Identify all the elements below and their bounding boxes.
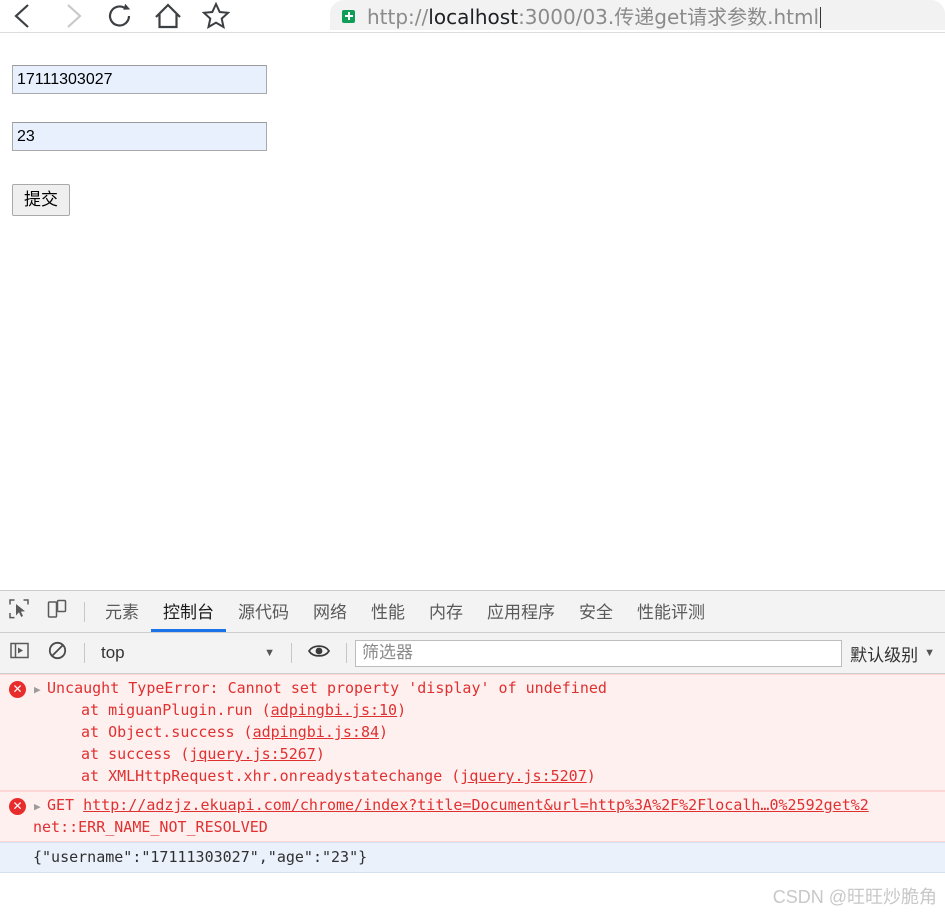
forward-button[interactable] (48, 0, 96, 32)
devtools-panel: 元素 控制台 源代码 网络 性能 内存 应用程序 安全 性能评测 top ▼ 筛… (0, 590, 945, 914)
error-icon: ✕ (9, 798, 26, 815)
sidebar-toggle-icon (9, 641, 29, 665)
source-link[interactable]: adpingbi.js:10 (271, 701, 397, 719)
tab-lighthouse[interactable]: 性能评测 (625, 591, 717, 632)
log-level-dropdown[interactable]: 默认级别 ▼ (850, 641, 945, 666)
device-toolbar-button[interactable] (38, 591, 76, 632)
console-toolbar-divider-2 (291, 643, 292, 663)
tab-performance[interactable]: 性能 (359, 591, 417, 632)
submit-button[interactable]: 提交 (12, 184, 70, 216)
clear-console-button[interactable] (38, 633, 76, 674)
url-text: http://localhost:3000/03.传递get请求参数.html (367, 5, 821, 29)
execution-context-dropdown[interactable]: top ▼ (93, 643, 283, 663)
page-content: 提交 (0, 34, 945, 590)
toolbar-divider (84, 601, 85, 622)
clear-console-icon (48, 641, 67, 665)
home-button[interactable] (144, 0, 192, 32)
address-bar[interactable]: http://localhost:3000/03.传递get请求参数.html (330, 0, 945, 30)
device-toolbar-icon (47, 599, 67, 624)
security-shield-icon (342, 9, 355, 23)
source-link[interactable]: jquery.js:5207 (460, 767, 586, 785)
stack-frame-text: at Object.success ( (81, 723, 253, 741)
stack-frame: at success (jquery.js:5267) (0, 743, 945, 765)
source-link[interactable]: jquery.js:5267 (189, 745, 315, 763)
tab-security[interactable]: 安全 (567, 591, 625, 632)
forward-arrow-icon (57, 1, 87, 31)
console-toolbar: top ▼ 默认级别 ▼ (0, 633, 945, 674)
inspect-cursor-icon (9, 599, 29, 624)
stack-frame-text: at success ( (81, 745, 190, 763)
stack-frame-suffix: ) (379, 723, 389, 741)
stack-frame-suffix: ) (315, 745, 325, 763)
network-request-line: GET http://adzjz.ekuapi.com/chrome/index… (0, 794, 945, 816)
console-sidebar-toggle-button[interactable] (0, 633, 38, 674)
star-icon (201, 1, 231, 31)
chevron-down-icon: ▼ (264, 647, 275, 659)
browser-toolbar: http://localhost:3000/03.传递get请求参数.html (0, 0, 945, 33)
text-cursor (820, 6, 821, 28)
devtools-tabbar: 元素 控制台 源代码 网络 性能 内存 应用程序 安全 性能评测 (0, 591, 945, 633)
stack-frame-suffix: ) (586, 767, 596, 785)
eye-icon (308, 643, 330, 664)
url-host: localhost (428, 4, 519, 29)
request-url-link[interactable]: http://adzjz.ekuapi.com/chrome/index?tit… (83, 796, 869, 814)
back-button[interactable] (0, 0, 48, 32)
chevron-down-icon: ▼ (924, 647, 935, 659)
console-error-message[interactable]: ✕ ▶ Uncaught TypeError: Cannot set prope… (0, 674, 945, 791)
error-icon: ✕ (9, 681, 26, 698)
network-error-detail: net::ERR_NAME_NOT_RESOLVED (33, 818, 268, 836)
console-filter-input[interactable] (355, 639, 843, 667)
stack-frame-text: at miguanPlugin.run ( (81, 701, 271, 719)
stack-frame: at Object.success (adpingbi.js:84) (0, 721, 945, 743)
console-log-message[interactable]: {"username":"17111303027","age":"23"} (0, 842, 945, 873)
inspect-element-button[interactable] (0, 591, 38, 632)
tab-console[interactable]: 控制台 (151, 591, 226, 632)
url-path: :3000/03.传递get请求参数.html (518, 4, 819, 29)
http-method: GET (47, 796, 75, 814)
reload-button[interactable] (96, 0, 144, 32)
tab-network[interactable]: 网络 (301, 591, 359, 632)
bookmark-button[interactable] (192, 0, 240, 32)
tab-sources[interactable]: 源代码 (226, 591, 301, 632)
tab-elements[interactable]: 元素 (93, 591, 151, 632)
username-input[interactable] (12, 65, 267, 94)
tab-memory[interactable]: 内存 (417, 591, 475, 632)
stack-frame: at XMLHttpRequest.xhr.onreadystatechange… (0, 765, 945, 787)
console-message-list: ✕ ▶ Uncaught TypeError: Cannot set prope… (0, 674, 945, 873)
stack-frame-text: at XMLHttpRequest.xhr.onreadystatechange… (81, 767, 461, 785)
source-link[interactable]: adpingbi.js:84 (253, 723, 379, 741)
back-arrow-icon (9, 1, 39, 31)
csdn-watermark: CSDN @旺旺炒脆角 (772, 887, 937, 907)
age-input[interactable] (12, 122, 267, 151)
console-network-error-message[interactable]: ✕ ▶ GET http://adzjz.ekuapi.com/chrome/i… (0, 791, 945, 842)
url-scheme: http:// (367, 4, 429, 29)
expand-triangle-icon[interactable]: ▶ (34, 679, 41, 701)
console-toolbar-divider-1 (84, 643, 85, 663)
execution-context-label: top (101, 643, 125, 662)
reload-icon (105, 1, 135, 31)
tab-application[interactable]: 应用程序 (475, 591, 567, 632)
expand-triangle-icon[interactable]: ▶ (34, 796, 41, 818)
stack-frame-suffix: ) (397, 701, 407, 719)
stack-frame: at miguanPlugin.run (adpingbi.js:10) (0, 699, 945, 721)
console-toolbar-divider-3 (346, 643, 347, 663)
error-title: Uncaught TypeError: Cannot set property … (47, 679, 607, 697)
log-level-label: 默认级别 (850, 645, 919, 665)
live-expression-button[interactable] (300, 633, 338, 674)
home-icon (153, 1, 183, 31)
